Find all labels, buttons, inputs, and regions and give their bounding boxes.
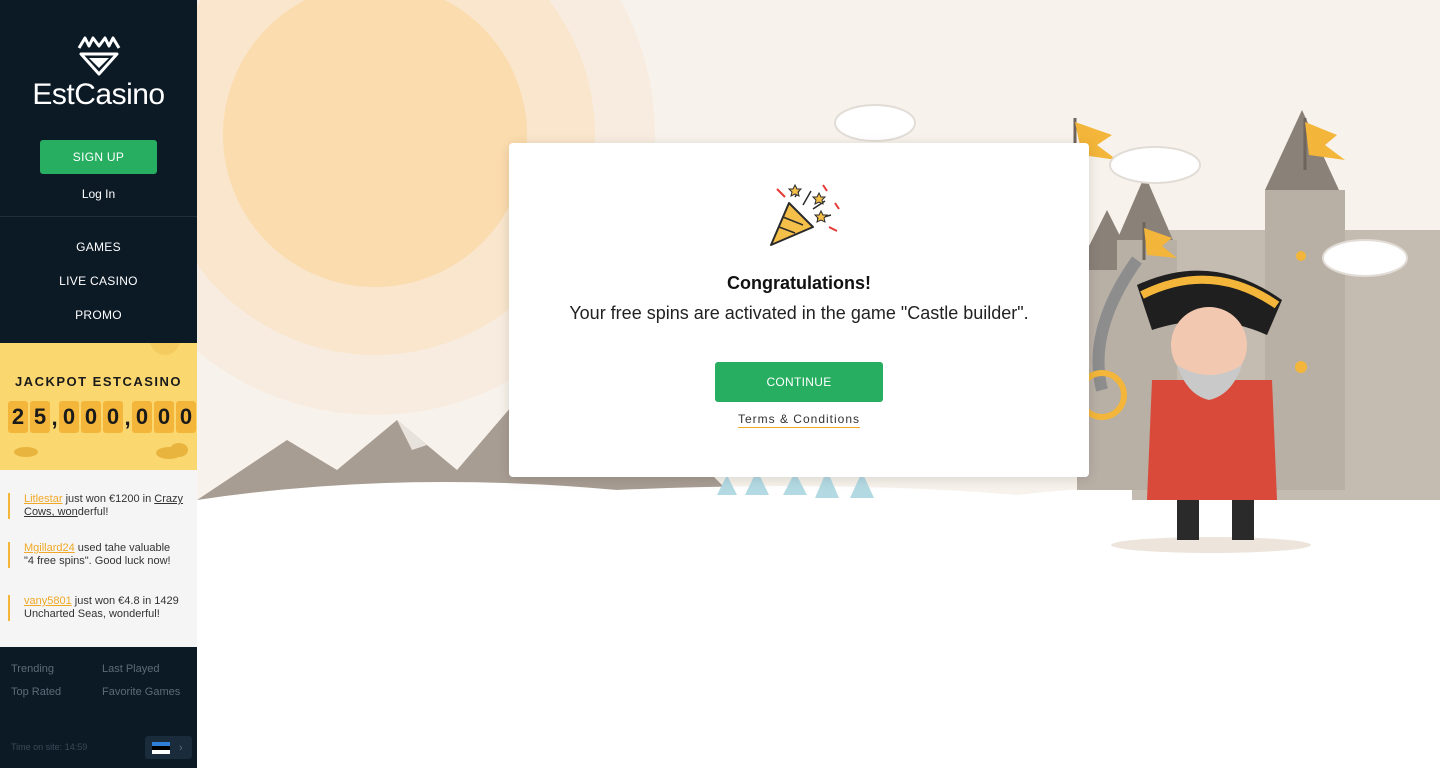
jackpot-digit: 0 [176,401,196,433]
signup-button[interactable]: SIGN UP [40,140,157,174]
time-on-site: Time on site: 14:59 [11,742,88,752]
feed-item: vany5801 just won €4.8 in 1429 Uncharted… [8,595,183,621]
terms-link-wrapper: Terms & Conditions [509,412,1089,428]
jackpot-digit: 0 [154,401,174,433]
terms-and-conditions-link[interactable]: Terms & Conditions [737,412,861,428]
jackpot-digit: 2 [8,401,28,433]
nav-item-promo[interactable]: PROMO [0,308,197,322]
nav-item-live-casino[interactable]: LIVE CASINO [0,274,197,288]
login-link[interactable]: Log In [0,187,197,201]
jackpot-separator: , [124,405,131,430]
jackpot-digit: 0 [103,401,123,433]
chevron-right-icon: › [179,741,183,754]
winners-feed: Litlestar just won €1200 in Crazy Cows, … [0,470,197,647]
coin-decoration [14,447,38,457]
party-popper-icon [770,183,840,246]
jackpot-digit: 5 [30,401,50,433]
dialog-message: Your free spins are activated in the gam… [569,303,1029,323]
coin-decoration [150,343,180,355]
sidebar: EstCasino SIGN UP Log In GAMES LIVE CASI… [0,0,197,768]
jackpot-digit: 0 [81,401,101,433]
feed-user-link[interactable]: vany5801 [24,595,72,607]
favorite-games-link[interactable]: Favorite Games [102,686,180,698]
top-rated-link[interactable]: Top Rated [11,686,61,698]
jackpot-title: JACKPOT ESTCASINO [14,374,183,389]
jackpot-counter: 2 5 , 0 0 0 , 0 0 0 $ [8,401,197,433]
feed-user-link[interactable]: Mgillard24 [24,542,75,554]
nav-item-games[interactable]: GAMES [0,240,197,254]
estonia-flag-icon [152,741,170,754]
last-played-link[interactable]: Last Played [102,663,159,675]
continue-button[interactable]: CONTINUE [715,362,883,402]
main-area: Congratulations! Your free spins are act… [197,0,1440,768]
sidebar-divider [0,216,197,217]
dialog-title: Congratulations! [727,273,871,293]
jackpot-banner[interactable]: JACKPOT ESTCASINO 2 5 , 0 0 0 , 0 0 0 $ [0,343,197,470]
crown-logo-icon [77,36,120,76]
jackpot-digit: 0 [132,401,152,433]
brand-logo[interactable]: EstCasino [0,34,197,112]
feed-text: just won €1200 in [62,493,155,505]
brand-name: EstCasino [32,78,165,111]
jackpot-digit: 0 [59,401,79,433]
jackpot-separator: , [51,405,58,430]
free-spins-dialog: Congratulations! Your free spins are act… [509,143,1089,477]
language-selector[interactable]: › [145,736,192,759]
trending-link[interactable]: Trending [11,663,54,675]
feed-item: Litlestar just won €1200 in Crazy Cows, … [8,493,183,519]
coin-decoration [170,443,188,457]
feed-text: derful! [77,506,109,518]
feed-item: Mgillard24 used tahe valuable "4 free sp… [8,542,183,568]
feed-user-link[interactable]: Litlestar [24,493,63,505]
